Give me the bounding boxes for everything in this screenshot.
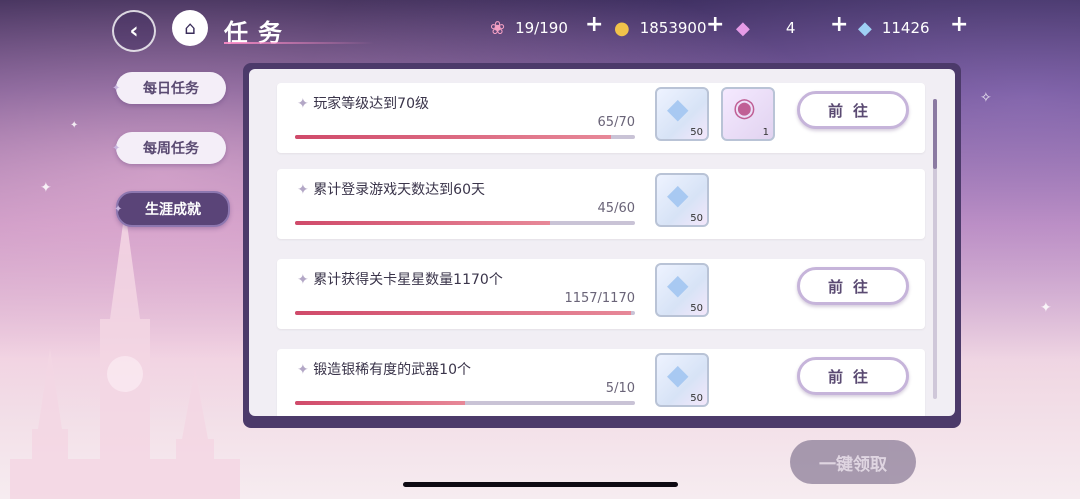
back-arrow-icon: ‹	[129, 18, 139, 44]
reward-item[interactable]: ◆ 50	[655, 263, 709, 317]
progress-fill	[295, 221, 550, 225]
go-button[interactable]: 前往	[797, 91, 909, 129]
castle-icon: ⌂	[184, 17, 196, 39]
task-name: 累计获得关卡星星数量1170个	[297, 269, 503, 289]
task-progress-text: 65/70	[597, 115, 635, 130]
progress-bar	[295, 401, 635, 405]
progress-fill	[295, 135, 611, 139]
resource-value: 11426	[881, 19, 930, 37]
add-candy-button[interactable]: +	[585, 12, 603, 37]
task-row: 累计登录游戏天数达到60天 45/60 ◆ 50	[277, 169, 925, 239]
title-decoration	[224, 42, 374, 44]
reward-qty: 50	[690, 213, 703, 224]
back-button[interactable]: ‹	[112, 10, 156, 52]
reward-qty: 50	[690, 393, 703, 404]
resource-diamond: ◆ 11426 +	[858, 12, 968, 40]
resource-value: 1853900	[639, 19, 707, 37]
progress-bar	[295, 221, 635, 225]
sparkle-icon: ✦	[1040, 300, 1052, 316]
tab-label: 生涯成就	[145, 202, 201, 218]
sparkle-icon: ✧	[980, 90, 992, 106]
task-panel: 玩家等级达到70级 65/70 ◆ 50 ◉ 1 前往 累计登录游戏天数达到60…	[243, 63, 961, 428]
reward-qty: 50	[690, 303, 703, 314]
coin-icon: ●	[614, 17, 630, 39]
task-progress-text: 1157/1170	[564, 291, 635, 306]
task-progress-text: 5/10	[605, 381, 635, 396]
task-row: 累计获得关卡星星数量1170个 1157/1170 ◆ 50 前往	[277, 259, 925, 329]
reward-item[interactable]: ◆ 50	[655, 173, 709, 227]
progress-fill	[295, 311, 632, 315]
reward-item[interactable]: ◉ 1	[721, 87, 775, 141]
reward-qty: 1	[762, 127, 769, 138]
diamond-icon: ◆	[667, 358, 689, 391]
reward-qty: 50	[690, 127, 703, 138]
task-progress-text: 45/60	[597, 201, 635, 216]
resource-value: 4	[785, 19, 796, 37]
crystal-orb-icon: ◉	[733, 93, 756, 123]
add-diamond-button[interactable]: +	[950, 12, 968, 37]
candy-icon: ❀	[490, 17, 506, 39]
tab-label: 每周任务	[143, 141, 199, 157]
home-button[interactable]: ⌂	[172, 10, 208, 46]
resource-coin: ● 1853900 +	[614, 12, 724, 40]
resource-value: 19/190	[515, 19, 568, 37]
task-list[interactable]: 玩家等级达到70级 65/70 ◆ 50 ◉ 1 前往 累计登录游戏天数达到60…	[249, 69, 955, 416]
diamond-icon: ◆	[667, 268, 689, 301]
resource-candy: ❀ 19/190 +	[490, 12, 603, 40]
progress-bar	[295, 311, 635, 315]
resource-pink-gem: ◆ 4 +	[736, 12, 848, 40]
tab-label: 每日任务	[143, 81, 199, 97]
reward-item[interactable]: ◆ 50	[655, 87, 709, 141]
top-bar: ‹ ⌂ 任务 ❀ 19/190 + ● 1853900 + ◆ 4 + ◆ 11…	[0, 0, 1080, 56]
pink-gem-icon: ◆	[736, 17, 750, 39]
tab-career[interactable]: 生涯成就	[114, 191, 230, 227]
add-pink-gem-button[interactable]: +	[830, 12, 848, 37]
home-indicator[interactable]	[403, 482, 678, 487]
reward-item[interactable]: ◆ 50	[655, 353, 709, 407]
castle-illustration	[10, 209, 240, 499]
go-button[interactable]: 前往	[797, 357, 909, 395]
diamond-icon: ◆	[667, 92, 689, 125]
add-coin-button[interactable]: +	[706, 12, 724, 37]
sparkle-icon: ✦	[70, 120, 79, 131]
task-row: 玩家等级达到70级 65/70 ◆ 50 ◉ 1 前往	[277, 83, 925, 153]
go-button[interactable]: 前往	[797, 267, 909, 305]
task-row: 锻造银稀有度的武器10个 5/10 ◆ 50 前往	[277, 349, 925, 416]
tab-weekly[interactable]: 每周任务	[112, 132, 226, 164]
progress-fill	[295, 401, 465, 405]
tab-daily[interactable]: 每日任务	[112, 72, 226, 104]
diamond-icon: ◆	[667, 178, 689, 211]
task-name: 锻造银稀有度的武器10个	[297, 359, 471, 379]
diamond-icon: ◆	[858, 17, 872, 39]
task-name: 玩家等级达到70级	[297, 93, 429, 113]
claim-all-button[interactable]: 一键领取	[790, 440, 916, 484]
sparkle-icon: ✦	[40, 180, 52, 196]
task-name: 累计登录游戏天数达到60天	[297, 179, 485, 199]
progress-bar	[295, 135, 635, 139]
scrollbar-thumb[interactable]	[933, 99, 937, 169]
